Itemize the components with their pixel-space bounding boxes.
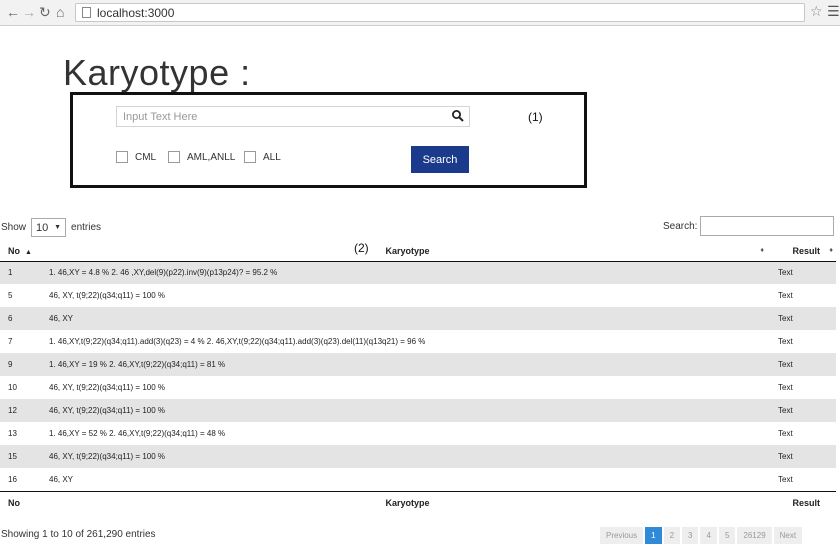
cell-result: Text <box>772 399 836 422</box>
reload-icon[interactable]: ↻ <box>39 4 51 21</box>
table-footer-row: No Karyotype Result <box>0 490 836 515</box>
column-header-label: No <box>8 245 20 256</box>
table-info: Showing 1 to 10 of 261,290 entries <box>1 529 156 540</box>
table-row[interactable]: 6 46, XY Text <box>0 307 836 330</box>
table-row[interactable]: 15 46, XY, t(9;22)(q34;q11) = 100 % Text <box>0 445 836 468</box>
column-header-no[interactable]: No ▲ <box>0 241 43 262</box>
table-row[interactable]: 12 46, XY, t(9;22)(q34;q11) = 100 % Text <box>0 399 836 422</box>
cell-result: Text <box>772 261 836 284</box>
cell-no: 12 <box>0 399 43 422</box>
cell-no: 9 <box>0 353 43 376</box>
pagination-page-last[interactable]: 26129 <box>737 527 772 544</box>
cell-karyotype: 46, XY <box>49 474 74 484</box>
back-arrow-icon[interactable]: ← <box>6 4 20 20</box>
cell-no: 5 <box>8 291 13 300</box>
column-header-label: Karyotype <box>385 245 430 256</box>
page-title: Karyotype : <box>63 52 251 93</box>
column-header-result[interactable]: Result ♦ <box>772 241 836 262</box>
pagination-page-4[interactable]: 4 <box>700 527 717 544</box>
cell-no: 13 <box>8 429 17 438</box>
checkbox-label: ALL <box>263 151 281 163</box>
cell-result: Text <box>772 307 836 330</box>
pagination-page-3[interactable]: 3 <box>682 527 699 544</box>
cell-result: Text <box>772 353 836 376</box>
column-header-label: Result <box>792 245 820 256</box>
footer-no: No <box>0 490 43 515</box>
pagination-previous[interactable]: Previous <box>600 527 644 544</box>
table-row[interactable]: 10 46, XY, t(9;22)(q34;q11) = 100 % Text <box>0 376 836 399</box>
table-header-row: No ▲ Karyotype ♦ Result ♦ <box>0 241 836 262</box>
pagination: Previous 1 2 3 4 5 26129 Next <box>600 527 803 544</box>
checkbox-all[interactable]: ALL <box>244 151 281 163</box>
footer-result: Result <box>772 490 836 515</box>
checkbox-box[interactable] <box>168 151 180 163</box>
cell-karyotype: 46, XY <box>43 307 772 330</box>
filter-label: Search: <box>663 220 698 232</box>
cell-karyotype: 1. 46,XY = 4.8 % 2. 46 ,XY,del(9)(p22).i… <box>43 261 772 284</box>
cell-no: 7 <box>8 337 13 346</box>
cell-no: 15 <box>0 445 43 468</box>
search-input[interactable] <box>116 106 470 127</box>
cell-karyotype: 46, XY, t(9;22)(q34;q11) = 100 % <box>43 445 772 468</box>
table-row[interactable]: 7 1. 46,XY,t(9;22)(q34;q11).add(3)(q23) … <box>0 330 836 353</box>
pagination-page-1[interactable]: 1 <box>645 527 662 544</box>
menu-icon[interactable]: ☰ <box>827 3 840 20</box>
footer-karyotype: Karyotype <box>43 490 772 515</box>
pagination-next[interactable]: Next <box>773 527 803 544</box>
cell-result: Text <box>778 429 793 438</box>
table-search-input[interactable] <box>700 216 835 236</box>
table-row[interactable]: 16 46, XY Text <box>0 468 836 491</box>
cell-no: 6 <box>0 307 43 330</box>
cell-no: 16 <box>8 474 17 484</box>
page-icon <box>82 7 91 18</box>
sort-both-icon: ♦ <box>829 247 833 254</box>
search-button[interactable]: Search <box>411 146 469 173</box>
checkbox-label: AML,ANLL <box>187 151 236 163</box>
table-row[interactable]: 13 1. 46,XY = 52 % 2. 46,XY,t(9;22)(q34;… <box>0 422 836 445</box>
sort-both-icon: ♦ <box>760 247 764 254</box>
forward-arrow-icon[interactable]: → <box>22 4 36 20</box>
checkbox-cml[interactable]: CML <box>116 151 156 163</box>
table-filter: Search: <box>663 216 835 236</box>
cell-karyotype: 46, XY, t(9;22)(q34;q11) = 100 % <box>49 383 166 392</box>
cell-karyotype: 1. 46,XY = 52 % 2. 46,XY,t(9;22)(q34;q11… <box>49 429 226 438</box>
entries-label: entries <box>71 222 102 233</box>
url-text: localhost:3000 <box>97 6 175 20</box>
home-icon[interactable]: ⌂ <box>56 4 64 20</box>
address-bar[interactable]: localhost:3000 <box>75 3 805 22</box>
cell-result: Text <box>778 337 793 346</box>
page-length-select[interactable]: 10 ▼ <box>31 218 67 237</box>
cell-result: Text <box>772 445 836 468</box>
cell-karyotype: 46, XY, t(9;22)(q34;q11) = 100 % <box>49 291 166 300</box>
table-row[interactable]: 5 46, XY, t(9;22)(q34;q11) = 100 % Text <box>0 284 836 307</box>
cell-result: Text <box>778 291 793 300</box>
checkbox-aml-anll[interactable]: AML,ANLL <box>168 151 235 163</box>
karyotype-table: No ▲ Karyotype ♦ Result ♦ 1 1. 46,XY = 4.8 … <box>0 241 836 515</box>
bookmark-star-icon[interactable]: ☆ <box>810 3 823 20</box>
cell-karyotype: 46, XY, t(9;22)(q34;q11) = 100 % <box>43 399 772 422</box>
cell-result: Text <box>778 383 793 392</box>
page-length-value: 10 <box>36 221 49 234</box>
search-panel: (1) CML AML,ANLL ALL Search <box>70 92 587 188</box>
cell-karyotype: 1. 46,XY,t(9;22)(q34;q11).add(3)(q23) = … <box>49 337 426 346</box>
column-header-karyotype[interactable]: Karyotype ♦ <box>43 241 772 262</box>
page-length-control: Show 10 ▼ entries <box>1 218 101 237</box>
checkbox-box[interactable] <box>116 151 128 163</box>
table-row[interactable]: 1 1. 46,XY = 4.8 % 2. 46 ,XY,del(9)(p22)… <box>0 261 836 284</box>
cell-result: Text <box>778 474 793 484</box>
pagination-page-5[interactable]: 5 <box>718 527 736 544</box>
search-icon[interactable] <box>451 109 465 123</box>
checkbox-box[interactable] <box>244 151 256 163</box>
annotation-label: (1) <box>528 110 543 124</box>
cell-no: 10 <box>8 383 17 392</box>
cell-karyotype: 1. 46,XY = 19 % 2. 46,XY,t(9;22)(q34;q11… <box>43 353 772 376</box>
table-row[interactable]: 9 1. 46,XY = 19 % 2. 46,XY,t(9;22)(q34;q… <box>0 353 836 376</box>
cell-no: 1 <box>0 261 43 284</box>
checkbox-label: CML <box>135 151 157 163</box>
browser-toolbar: ← → ↻ ⌂ localhost:3000 ☆ ☰ <box>0 0 840 26</box>
sort-ascending-icon: ▲ <box>25 248 32 256</box>
pagination-page-2[interactable]: 2 <box>663 527 681 544</box>
show-label: Show <box>1 222 27 233</box>
caret-down-icon: ▼ <box>54 224 62 231</box>
